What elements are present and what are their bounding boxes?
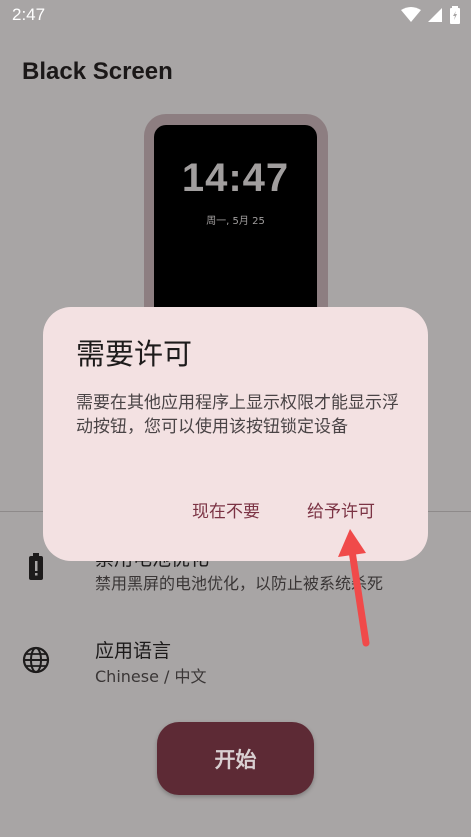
dialog-body: 需要在其他应用程序上显示权限才能显示浮动按钮，您可以使用该按钮锁定设备: [76, 393, 399, 437]
start-button[interactable]: 开始: [157, 722, 314, 795]
app-title: Black Screen: [22, 58, 173, 85]
annotation-arrow-icon: [338, 529, 370, 647]
not-now-button[interactable]: 现在不要: [192, 497, 260, 522]
status-icons: [401, 6, 461, 24]
battery-icon: [450, 6, 460, 24]
setting-title: 应用语言: [95, 640, 172, 662]
preview-date: 周一, 5月 25: [206, 216, 265, 227]
setting-app-language[interactable]: 应用语言 Chinese / 中文: [0, 630, 471, 690]
grant-permission-button[interactable]: 给予许可: [307, 497, 375, 522]
wifi-icon: [401, 7, 421, 22]
globe-icon: [22, 646, 50, 674]
battery-alert-icon: [29, 553, 43, 580]
preview-clock: 14:47: [181, 156, 290, 200]
status-time: 2:47: [12, 5, 46, 24]
status-bar: 2:47: [0, 0, 471, 32]
permission-dialog: 需要许可 需要在其他应用程序上显示权限才能显示浮动按钮，您可以使用该按钮锁定设备…: [43, 307, 428, 561]
signal-icon: [428, 8, 442, 22]
setting-subtitle: Chinese / 中文: [95, 667, 207, 686]
dialog-title: 需要许可: [76, 337, 193, 371]
